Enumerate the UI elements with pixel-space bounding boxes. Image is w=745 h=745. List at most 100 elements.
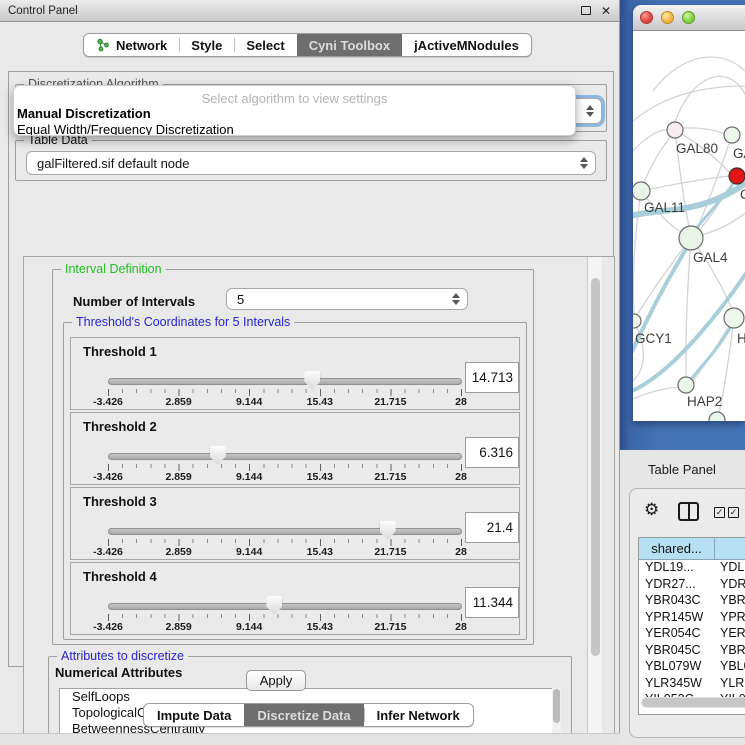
combo-arrows-icon — [586, 105, 594, 117]
node-hap2[interactable] — [678, 377, 694, 393]
threshold-2-slider-track[interactable] — [108, 453, 462, 460]
threshold-4-slider-track[interactable] — [108, 603, 462, 610]
table-row[interactable]: YBL079W YBL0 — [639, 659, 745, 676]
network-view-frame: GAL80 GA C GAL11 GAL4 GCY1 H HAP2 — [620, 0, 745, 450]
number-of-intervals-label: Number of Intervals — [73, 294, 195, 309]
node-gcy1[interactable] — [633, 314, 641, 328]
threshold-4-slider-thumb[interactable] — [266, 596, 282, 615]
network-canvas[interactable]: GAL80 GA C GAL11 GAL4 GCY1 H HAP2 — [633, 31, 745, 421]
table-data-combobox[interactable]: galFiltered.sif default node — [26, 151, 596, 175]
checkbox-icon[interactable] — [728, 507, 739, 518]
interval-definition-title: Interval Definition — [61, 262, 166, 276]
apply-button[interactable]: Apply — [246, 670, 306, 691]
thresholds-group: Threshold's Coordinates for 5 Intervals … — [63, 322, 527, 640]
node-gal80[interactable] — [667, 122, 683, 138]
intervals-value: 5 — [237, 292, 244, 307]
network-graph — [633, 31, 745, 421]
bottom-strip — [0, 733, 620, 745]
attributes-list-scrollbar[interactable] — [552, 688, 561, 735]
network-window-titlebar — [633, 5, 745, 31]
combo-arrows-icon — [580, 157, 588, 169]
node-bottom-partial[interactable] — [709, 412, 725, 421]
network-view-window: GAL80 GA C GAL11 GAL4 GCY1 H HAP2 — [633, 5, 745, 421]
spinner-arrows-icon — [452, 293, 460, 305]
table-row[interactable]: YLR345W YLR3 — [639, 676, 745, 693]
cyni-bottom-tabs: Impute Data Discretize Data Infer Networ… — [143, 703, 474, 727]
scrollbar-thumb[interactable] — [642, 698, 745, 707]
threshold-1-panel: Threshold 1 -3.4262.8599.14415.4321.7152… — [70, 337, 520, 410]
table-rows: YDL19... YDL1 YDR27... YDR2 YBR043C YBR0 — [639, 560, 745, 709]
node-label-c-clipped: C — [740, 187, 745, 202]
gear-icon[interactable]: ⚙ — [644, 500, 659, 520]
threshold-3-panel: Threshold 3 -3.4262.8599.14415.4321.7152… — [70, 487, 520, 560]
tab-infer-network[interactable]: Infer Network — [364, 704, 473, 726]
node-label-h-clipped: H — [737, 331, 745, 346]
column-header-shared[interactable]: shared... — [639, 538, 715, 559]
algorithm-dropdown-popup: Select algorithm to view settings Manual… — [13, 85, 576, 136]
threshold-1-value-field[interactable]: 14.713 — [465, 362, 519, 393]
table-row[interactable]: YBR043C YBR0 — [639, 593, 745, 610]
node-gal4[interactable] — [679, 226, 703, 250]
tab-jactivemnodules[interactable]: jActiveMNodules — [402, 34, 531, 56]
interval-definition-group: Interval Definition Number of Intervals … — [52, 269, 534, 645]
threshold-1-slider-thumb[interactable] — [304, 371, 320, 390]
node-label-gal4: GAL4 — [693, 250, 728, 265]
panel-title: Control Panel — [8, 5, 78, 17]
threshold-2-panel: Threshold 2 -3.4262.8599.14415.4321.7152… — [70, 412, 520, 485]
scrollbar-thumb[interactable] — [591, 278, 600, 656]
threshold-2-value-field[interactable]: 6.316 — [465, 437, 519, 468]
threshold-3-value-field[interactable]: 21.4 — [465, 512, 519, 543]
column-header-name[interactable]: na — [715, 538, 745, 559]
table-data-group: Table Data galFiltered.sif default node — [15, 140, 607, 181]
attributes-group-title: Attributes to discretize — [57, 649, 188, 663]
table-row[interactable]: YBR045C YBR0 — [639, 643, 745, 660]
number-of-intervals-spinner[interactable]: 5 — [226, 288, 468, 310]
app-root: Control Panel ✕ Network Style Select Cyn… — [0, 0, 745, 745]
threshold-1-slider-track[interactable] — [108, 378, 462, 385]
node-gal11[interactable] — [633, 182, 650, 200]
checkbox-icon[interactable] — [714, 507, 725, 518]
threshold-4-value-field[interactable]: 11.344 — [465, 587, 519, 618]
node-label-hap2: HAP2 — [687, 394, 722, 409]
close-button[interactable] — [640, 11, 653, 24]
thresholds-group-title: Threshold's Coordinates for 5 Intervals — [72, 315, 294, 329]
tab-network[interactable]: Network — [84, 34, 179, 56]
dropdown-prompt: Select algorithm to view settings — [14, 91, 575, 106]
table-horizontal-scrollbar[interactable] — [641, 697, 745, 708]
float-window-icon[interactable] — [581, 6, 591, 15]
zoom-button[interactable] — [682, 11, 695, 24]
table-row[interactable]: YER054C YER0 — [639, 626, 745, 643]
split-view-icon[interactable] — [678, 502, 699, 521]
tab-style[interactable]: Style — [179, 34, 234, 56]
dropdown-option-manual[interactable]: Manual Discretization — [14, 106, 575, 122]
minimize-button[interactable] — [661, 11, 674, 24]
table-row[interactable]: YDL19... YDL1 — [639, 560, 745, 577]
threshold-3-slider-thumb[interactable] — [380, 521, 396, 540]
cyni-toolbox-panel: Discretization Algorithm Manual Discreti… — [8, 71, 614, 667]
table-panel: Table Panel ⚙ shared... na YDL19... YDL1 — [620, 450, 745, 745]
network-tab-icon — [96, 38, 110, 52]
table-row[interactable]: YPR145W YPR1 — [639, 610, 745, 627]
node-label-gal11: GAL11 — [644, 200, 685, 215]
tab-cyni-toolbox[interactable]: Cyni Toolbox — [297, 34, 402, 56]
tab-select[interactable]: Select — [234, 34, 296, 56]
threshold-3-slider-track[interactable] — [108, 528, 462, 535]
table-panel-card: ⚙ shared... na YDL19... YDL1 — [629, 488, 745, 738]
settings-scroll-panel: Interval Definition Number of Intervals … — [23, 256, 615, 735]
table-header-row: shared... na — [639, 538, 745, 560]
table-row[interactable]: YDR27... YDR2 — [639, 577, 745, 594]
tab-discretize-data[interactable]: Discretize Data — [244, 704, 363, 726]
node-label-gcy1: GCY1 — [635, 331, 672, 346]
numerical-attributes-label: Numerical Attributes — [55, 665, 182, 680]
settings-vertical-scrollbar[interactable] — [587, 257, 602, 734]
close-icon[interactable]: ✕ — [601, 5, 611, 17]
tab-impute-data[interactable]: Impute Data — [144, 704, 244, 726]
node-label-ga-clipped: GA — [733, 146, 745, 161]
dropdown-option-equal-width[interactable]: Equal Width/Frequency Discretization — [14, 122, 575, 137]
node-top-right[interactable] — [724, 127, 740, 143]
node-red-selected[interactable] — [729, 168, 745, 184]
node-h[interactable] — [724, 308, 744, 328]
threshold-2-slider-thumb[interactable] — [210, 446, 226, 465]
table-data-value: galFiltered.sif default node — [37, 156, 189, 171]
node-attribute-table: shared... na YDL19... YDL1 YDR27... YDR2 — [638, 537, 745, 715]
